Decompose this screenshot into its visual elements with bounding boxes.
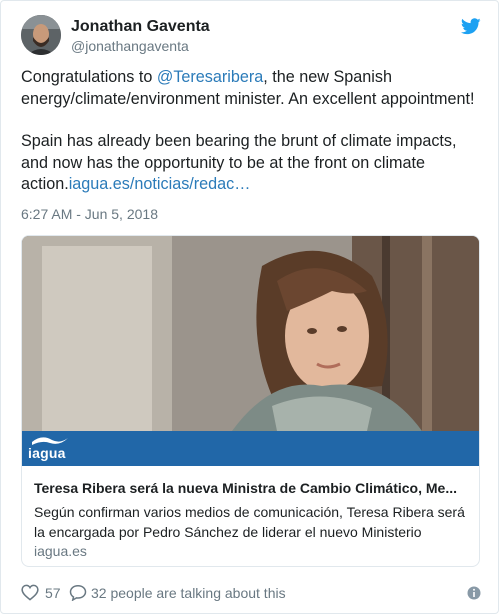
embedded-tweet: Jonathan Gaventa @jonathangaventa Congra… <box>0 0 499 614</box>
card-photo <box>22 236 479 431</box>
card-description: Según confirman varios medios de comunic… <box>34 504 465 540</box>
card-title[interactable]: Teresa Ribera será la nueva Ministra de … <box>34 479 470 497</box>
tweet-paragraph-2: Spain has already been bearing the brunt… <box>21 131 485 196</box>
link-card[interactable]: iagua Teresa Ribera será la nueva Minist… <box>21 235 480 567</box>
author-display-name[interactable]: Jonathan Gaventa <box>71 17 210 36</box>
card-domain: iagua.es <box>34 543 87 559</box>
mention-link[interactable]: @Teresaribera <box>157 68 263 86</box>
tweet-text-pre-mention: Congratulations to <box>21 68 157 86</box>
card-brand-name: iagua <box>28 445 66 461</box>
tweet-text: Congratulations to @Teresaribera, the ne… <box>21 67 485 196</box>
card-image[interactable] <box>22 236 479 431</box>
twitter-bird-icon[interactable] <box>461 18 481 35</box>
comment-bubble-icon[interactable] <box>69 584 87 601</box>
talking-count[interactable]: 32 people are talking about this <box>91 585 286 601</box>
heart-icon[interactable] <box>21 584 39 601</box>
like-count[interactable]: 57 <box>45 585 61 601</box>
card-brand-banner: iagua <box>22 431 479 466</box>
avatar[interactable] <box>21 15 61 55</box>
info-icon[interactable] <box>467 586 481 600</box>
avatar-image <box>21 15 61 55</box>
tweet-footer: 57 32 people are talking about this <box>21 583 481 603</box>
article-link[interactable]: iagua.es/noticias/redac… <box>69 175 251 193</box>
author-names: Jonathan Gaventa @jonathangaventa <box>71 17 210 55</box>
tweet-timestamp[interactable]: 6:27 AM - Jun 5, 2018 <box>21 206 158 222</box>
author-handle[interactable]: @jonathangaventa <box>71 37 210 55</box>
tweet-header: Jonathan Gaventa @jonathangaventa <box>21 15 481 57</box>
tweet-paragraph-1: Congratulations to @Teresaribera, the ne… <box>21 67 485 110</box>
